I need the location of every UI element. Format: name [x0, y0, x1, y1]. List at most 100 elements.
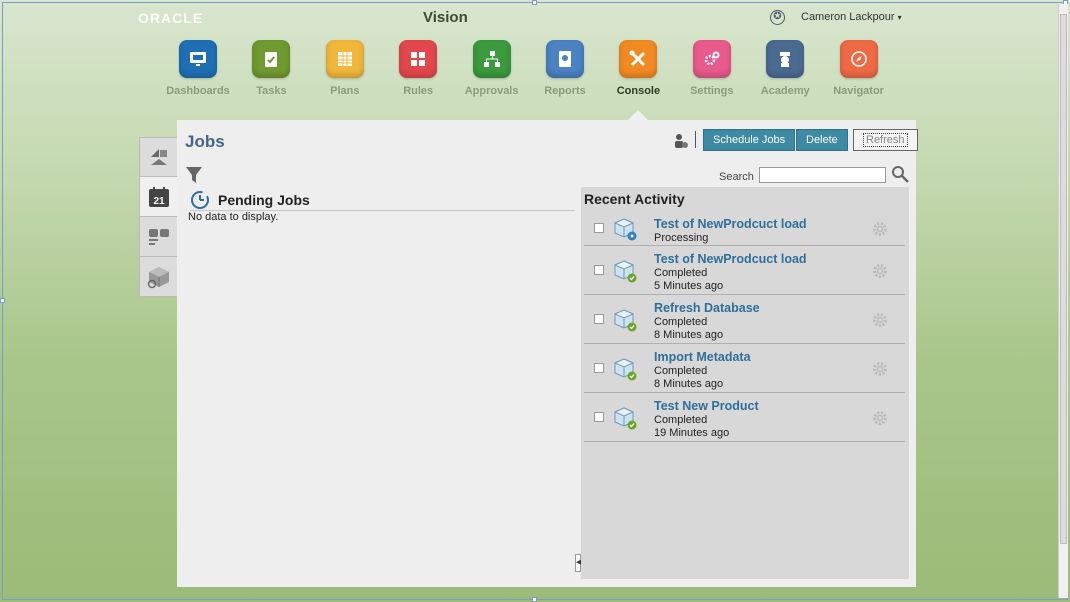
clipboard-check-icon	[252, 40, 291, 78]
job-time: 8 Minutes ago	[654, 329, 724, 341]
list-item[interactable]: Test of NewProdcuct load Processing	[584, 211, 905, 246]
schedule-jobs-button[interactable]: Schedule Jobs	[703, 129, 796, 151]
nav-label: Rules	[403, 85, 434, 97]
scrollbar-thumb[interactable]	[1060, 14, 1067, 544]
activity-list: Test of NewProdcuct load Processing Test o…	[584, 211, 905, 442]
job-time: 8 Minutes ago	[654, 378, 724, 390]
vertical-scrollbar[interactable]	[1058, 4, 1068, 598]
cube-gear-icon	[147, 266, 169, 288]
nav-label: Approvals	[464, 85, 519, 97]
active-nav-pointer	[628, 110, 648, 120]
empty-state-text: No data to display.	[188, 211, 279, 223]
user-role-icon[interactable]	[674, 133, 688, 152]
gear-icon[interactable]	[871, 220, 889, 238]
tab-layout[interactable]	[139, 217, 177, 257]
chevron-down-icon: ▾	[897, 13, 902, 22]
refresh-button[interactable]: Refresh	[853, 129, 918, 151]
tab-dimensions[interactable]	[139, 257, 177, 297]
job-status: Completed	[654, 365, 708, 377]
compass-icon	[839, 40, 878, 78]
nav-label: Dashboards	[166, 85, 230, 97]
job-name-link[interactable]: Test of NewProdcuct load	[654, 217, 807, 231]
nav-item-tasks[interactable]: Tasks	[239, 40, 303, 97]
tab-jobs-calendar[interactable]: 21	[139, 177, 177, 217]
academy-icon	[766, 40, 805, 78]
gear-icon[interactable]	[871, 311, 889, 329]
list-item[interactable]: Test New Product Completed 19 Minutes ago	[584, 393, 905, 442]
user-menu[interactable]: Cameron Lackpour ▾	[801, 11, 902, 23]
nav-label: Console	[616, 85, 661, 97]
nav-item-approvals[interactable]: Approvals	[460, 40, 524, 97]
delete-button[interactable]: Delete	[796, 129, 848, 151]
job-status: Completed	[654, 414, 708, 426]
list-item[interactable]: Refresh Database Completed 8 Minutes ago	[584, 295, 905, 344]
job-time: 19 Minutes ago	[654, 427, 730, 439]
clock-icon	[191, 191, 209, 209]
tools-icon	[619, 40, 658, 78]
gear-icon[interactable]	[871, 262, 889, 280]
list-item[interactable]: Test of NewProdcuct load Completed 5 Minut…	[584, 246, 905, 295]
list-item[interactable]: Import Metadata Completed 8 Minutes ago	[584, 344, 905, 393]
job-name-link[interactable]: Test of NewProdcuct load	[654, 252, 807, 266]
nav-item-navigator[interactable]: Navigator	[827, 40, 891, 97]
nav-item-rules[interactable]: Rules	[386, 40, 450, 97]
gear-icon[interactable]	[871, 360, 889, 378]
accessibility-icon[interactable]: ✪	[770, 10, 785, 25]
pending-jobs-title: Pending Jobs	[218, 192, 310, 208]
nav-label: Settings	[690, 85, 734, 97]
page-title: Jobs	[185, 132, 225, 151]
job-name-link[interactable]: Refresh Database	[654, 301, 760, 315]
layout-icon	[148, 228, 169, 245]
hierarchy-icon	[472, 40, 511, 78]
nav-label: Navigator	[833, 85, 884, 97]
gears-icon	[692, 40, 731, 78]
refresh-button-label: Refresh	[863, 133, 908, 147]
calendar-icon: 21	[148, 186, 169, 207]
nav-label: Reports	[544, 85, 586, 97]
top-bar: ORACLE Vision ✪ Cameron Lackpour ▾	[0, 0, 1060, 34]
report-icon	[546, 40, 584, 78]
job-status: Completed	[654, 267, 708, 279]
calendar-day: 21	[153, 196, 165, 207]
search-label: Search	[719, 171, 754, 183]
row-checkbox[interactable]	[594, 363, 604, 373]
resize-handle-bottom[interactable]	[532, 597, 537, 602]
recent-activity-title: Recent Activity	[584, 191, 685, 207]
resize-handle-left[interactable]	[0, 298, 5, 303]
row-checkbox[interactable]	[594, 412, 604, 422]
job-name-link[interactable]: Import Metadata	[654, 350, 751, 364]
job-status: Completed	[654, 316, 708, 328]
nav-label: Academy	[760, 85, 810, 97]
nav-item-academy[interactable]: Academy	[753, 40, 817, 97]
job-name-link[interactable]: Test New Product	[654, 399, 759, 413]
monitor-icon	[179, 40, 217, 78]
row-checkbox[interactable]	[594, 314, 604, 324]
search-input[interactable]	[759, 167, 886, 183]
recent-activity-pane: Recent Activity Test of NewProdcuct load…	[581, 187, 909, 579]
app-title: Vision	[423, 9, 468, 26]
nav-item-reports[interactable]: Reports	[533, 40, 597, 97]
filter-icon[interactable]	[185, 166, 203, 184]
cube-status-icon	[613, 358, 637, 381]
nav-item-settings[interactable]: Settings	[680, 40, 744, 97]
search-icon[interactable]	[891, 165, 909, 183]
nav-item-plans[interactable]: Plans	[313, 40, 377, 97]
gear-icon[interactable]	[871, 409, 889, 427]
row-checkbox[interactable]	[594, 223, 604, 233]
grid-icon	[325, 40, 364, 78]
nav-item-console[interactable]: Console	[606, 40, 670, 97]
oracle-logo: ORACLE	[138, 10, 204, 26]
row-checkbox[interactable]	[594, 265, 604, 275]
job-time: 5 Minutes ago	[654, 280, 724, 292]
toolbar-separator	[695, 131, 696, 148]
tab-overview[interactable]	[139, 137, 177, 177]
nav-item-dashboards[interactable]: Dashboards	[166, 40, 230, 97]
cube-status-icon	[613, 260, 637, 283]
shapes-icon	[150, 149, 167, 165]
cube-status-icon	[613, 218, 637, 241]
pending-jobs-header: Pending Jobs	[190, 190, 575, 211]
job-status: Processing	[654, 232, 709, 244]
nav-label: Tasks	[256, 85, 287, 97]
nav-label: Plans	[330, 85, 360, 97]
vertical-tab-strip: 21	[139, 137, 177, 297]
